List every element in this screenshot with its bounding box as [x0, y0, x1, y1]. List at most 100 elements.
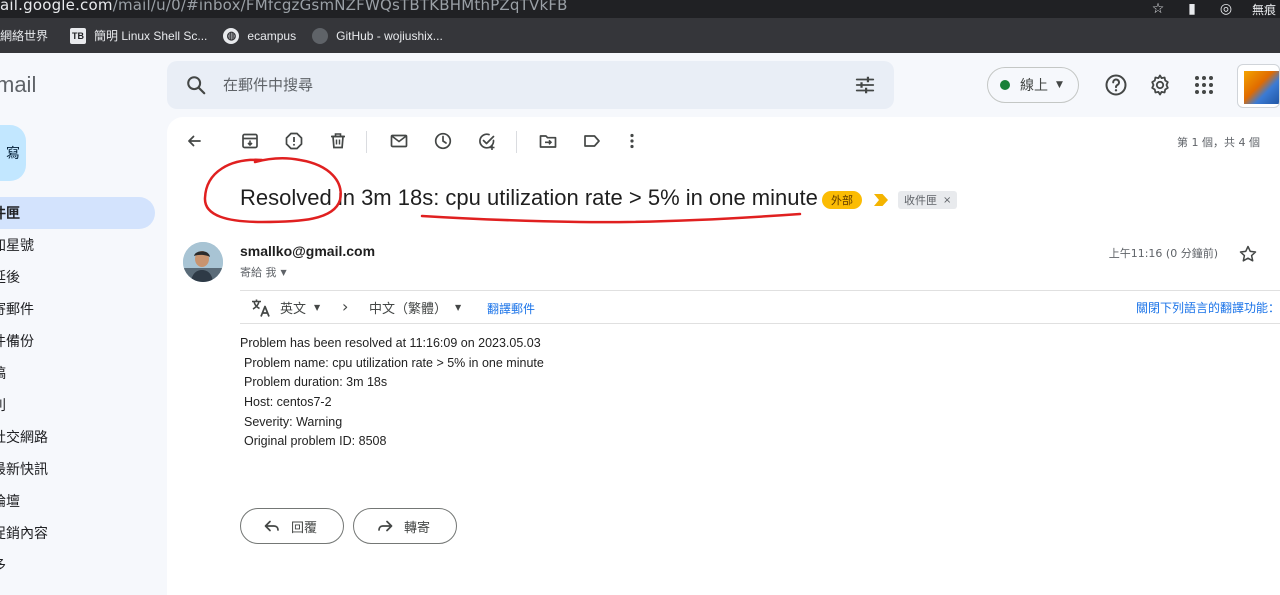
sidebar-item-label: 件備份	[0, 334, 34, 350]
account-logo[interactable]	[1237, 64, 1280, 108]
body-line: Severity: Warning	[244, 414, 343, 429]
message-subject: Resolved in 3m 18s: cpu utilization rate…	[240, 185, 818, 210]
reply-label: 回覆	[291, 520, 318, 536]
search-input[interactable]	[223, 73, 823, 97]
sidebar-item-forums[interactable]: 論壇	[0, 485, 20, 517]
recipient-line[interactable]: 寄給 我 ▼	[240, 264, 287, 280]
add-to-tasks-icon[interactable]	[477, 131, 497, 151]
body-line: Problem has been resolved at 11:16:09 on…	[240, 336, 541, 350]
search-icon[interactable]	[185, 74, 207, 96]
message-body: Problem has been resolved at 11:16:09 on…	[240, 334, 544, 452]
translate-message-link[interactable]: 翻譯郵件	[487, 300, 535, 317]
label-icon[interactable]	[582, 131, 602, 151]
delete-icon[interactable]	[328, 131, 348, 151]
more-vert-icon[interactable]	[622, 131, 642, 151]
compose-button[interactable]: 寫	[0, 125, 26, 181]
forward-label: 轉寄	[404, 520, 431, 536]
sidebar-item-snoozed[interactable]: 延後	[0, 261, 20, 293]
sidebar-item-inbox[interactable]: 件匣	[0, 197, 155, 229]
forward-button[interactable]: 轉寄	[353, 508, 457, 544]
bookmark-item[interactable]: TB 簡明 Linux Shell Sc...	[62, 22, 215, 50]
star-icon[interactable]	[1238, 244, 1258, 264]
chevron-down-icon: ▼	[455, 303, 462, 312]
sidebar-item-promotions[interactable]: 促銷內容	[0, 517, 48, 549]
sidebar-item-categories[interactable]: 別	[0, 389, 6, 421]
target-language-select[interactable]: 中文（繁體） ▼	[369, 298, 461, 317]
bookmark-label: 網絡世界	[0, 29, 49, 43]
globe-icon: ◍	[223, 27, 240, 44]
archive-icon[interactable]	[240, 131, 260, 151]
message-time: 上午11:16 (0 分鐘前)	[1108, 247, 1218, 260]
gmail-logo[interactable]: mail	[0, 72, 36, 98]
back-arrow-icon[interactable]	[184, 131, 204, 151]
sidebar-item-label: 社交網路	[0, 430, 48, 446]
sidebar-item-updates[interactable]: 最新快訊	[0, 453, 48, 485]
message-counter: 第 1 個，共 4 個	[1177, 136, 1260, 149]
sidebar-item-more[interactable]: 多	[0, 549, 6, 581]
mark-unread-icon[interactable]	[389, 131, 409, 151]
sidebar-item-label: 件匣	[0, 206, 20, 222]
report-spam-icon[interactable]	[284, 131, 304, 151]
sidebar-item-backup[interactable]: 件備份	[0, 325, 34, 357]
settings-icon[interactable]	[1148, 73, 1172, 97]
status-dot	[1000, 80, 1010, 90]
sidebar-item-sent[interactable]: 寄郵件	[0, 293, 34, 325]
bookmarks-bar: 網絡世界 TB 簡明 Linux Shell Sc... ◍ ecampus G…	[0, 18, 1280, 53]
account-logo-image	[1244, 71, 1279, 104]
translate-icon	[252, 299, 270, 317]
snooze-icon[interactable]	[433, 131, 453, 151]
status-selector[interactable]: 線上 ▼	[987, 67, 1079, 103]
label-chip-inbox: 收件匣 ×	[898, 191, 958, 209]
compose-label: 寫	[6, 146, 20, 162]
reply-icon	[264, 520, 279, 532]
sidebar-item-label: 促銷內容	[0, 526, 48, 542]
bookmark-item[interactable]: GitHub - wojiushix...	[304, 22, 451, 50]
bookmark-label: GitHub - wojiushix...	[336, 28, 443, 43]
bookmark-label: ecampus	[247, 28, 297, 43]
toolbar-divider	[516, 131, 517, 153]
github-icon	[312, 27, 329, 44]
search-bar	[167, 61, 894, 109]
browser-actions: ☆ ▮ ◎ 無痕	[1150, 0, 1280, 18]
turn-off-translation-link[interactable]: 關閉下列語言的翻譯功能：	[1136, 299, 1280, 316]
bookmark-label: 簡明 Linux Shell Sc...	[94, 29, 208, 43]
help-icon[interactable]	[1104, 73, 1128, 97]
source-language-select[interactable]: 英文 ▼	[280, 298, 320, 317]
chevron-right-icon: ›	[342, 297, 349, 316]
move-to-icon[interactable]	[538, 131, 558, 151]
body-line: Host: centos7-2	[244, 395, 332, 410]
toolbar-divider	[366, 131, 367, 153]
sender-avatar[interactable]	[183, 242, 223, 282]
translate-bar: 英文 ▼ › 中文（繁體） ▼ 翻譯郵件 關閉下列語言的翻譯功能：	[240, 290, 1280, 324]
body-line: Problem duration: 3m 18s	[244, 375, 388, 390]
address-bar[interactable]: ail.google.com/mail/u/0/#inbox/FMfcgzGsm…	[0, 0, 1280, 18]
incognito-icon[interactable]: ◎	[1218, 1, 1234, 17]
apps-grid-icon[interactable]	[1192, 73, 1216, 97]
status-label: 線上	[1020, 78, 1048, 94]
bookmark-item[interactable]: ◍ ecampus	[215, 22, 304, 50]
tb-icon: TB	[70, 27, 87, 44]
chevron-down-icon: ▼	[280, 267, 287, 277]
target-language-label: 中文（繁體）	[369, 302, 448, 317]
sidebar-item-social[interactable]: 社交網路	[0, 421, 48, 453]
sidebar-item-drafts[interactable]: 稿	[0, 357, 6, 389]
sidebar-item-label: 別	[0, 395, 6, 415]
sidebar-item-starred[interactable]: 加星號	[0, 229, 34, 261]
importance-marker-icon[interactable]	[874, 194, 888, 206]
sidebar-item-label: 多	[0, 555, 6, 575]
bookmark-star-icon[interactable]: ☆	[1150, 1, 1166, 17]
bookmark-item[interactable]: 網絡世界	[0, 22, 56, 50]
sidebar-item-label: 延後	[0, 270, 20, 286]
sidebar-item-label: 論壇	[0, 494, 20, 510]
remove-label-icon[interactable]: ×	[943, 195, 951, 206]
body-line: Problem name: cpu utilization rate > 5% …	[244, 355, 544, 370]
search-options-icon[interactable]	[854, 74, 876, 96]
url-text[interactable]: ail.google.com/mail/u/0/#inbox/FMfcgzGsm…	[0, 0, 568, 14]
chevron-down-icon: ▼	[314, 303, 321, 312]
window-icon[interactable]: ▮	[1184, 1, 1200, 17]
recipient-text: 寄給 我	[240, 266, 277, 279]
reply-button[interactable]: 回覆	[240, 508, 344, 544]
external-badge: 外部	[822, 191, 862, 209]
profile-label[interactable]: 無痕	[1252, 1, 1276, 18]
sender-email[interactable]: smallko@gmail.com	[240, 243, 375, 259]
